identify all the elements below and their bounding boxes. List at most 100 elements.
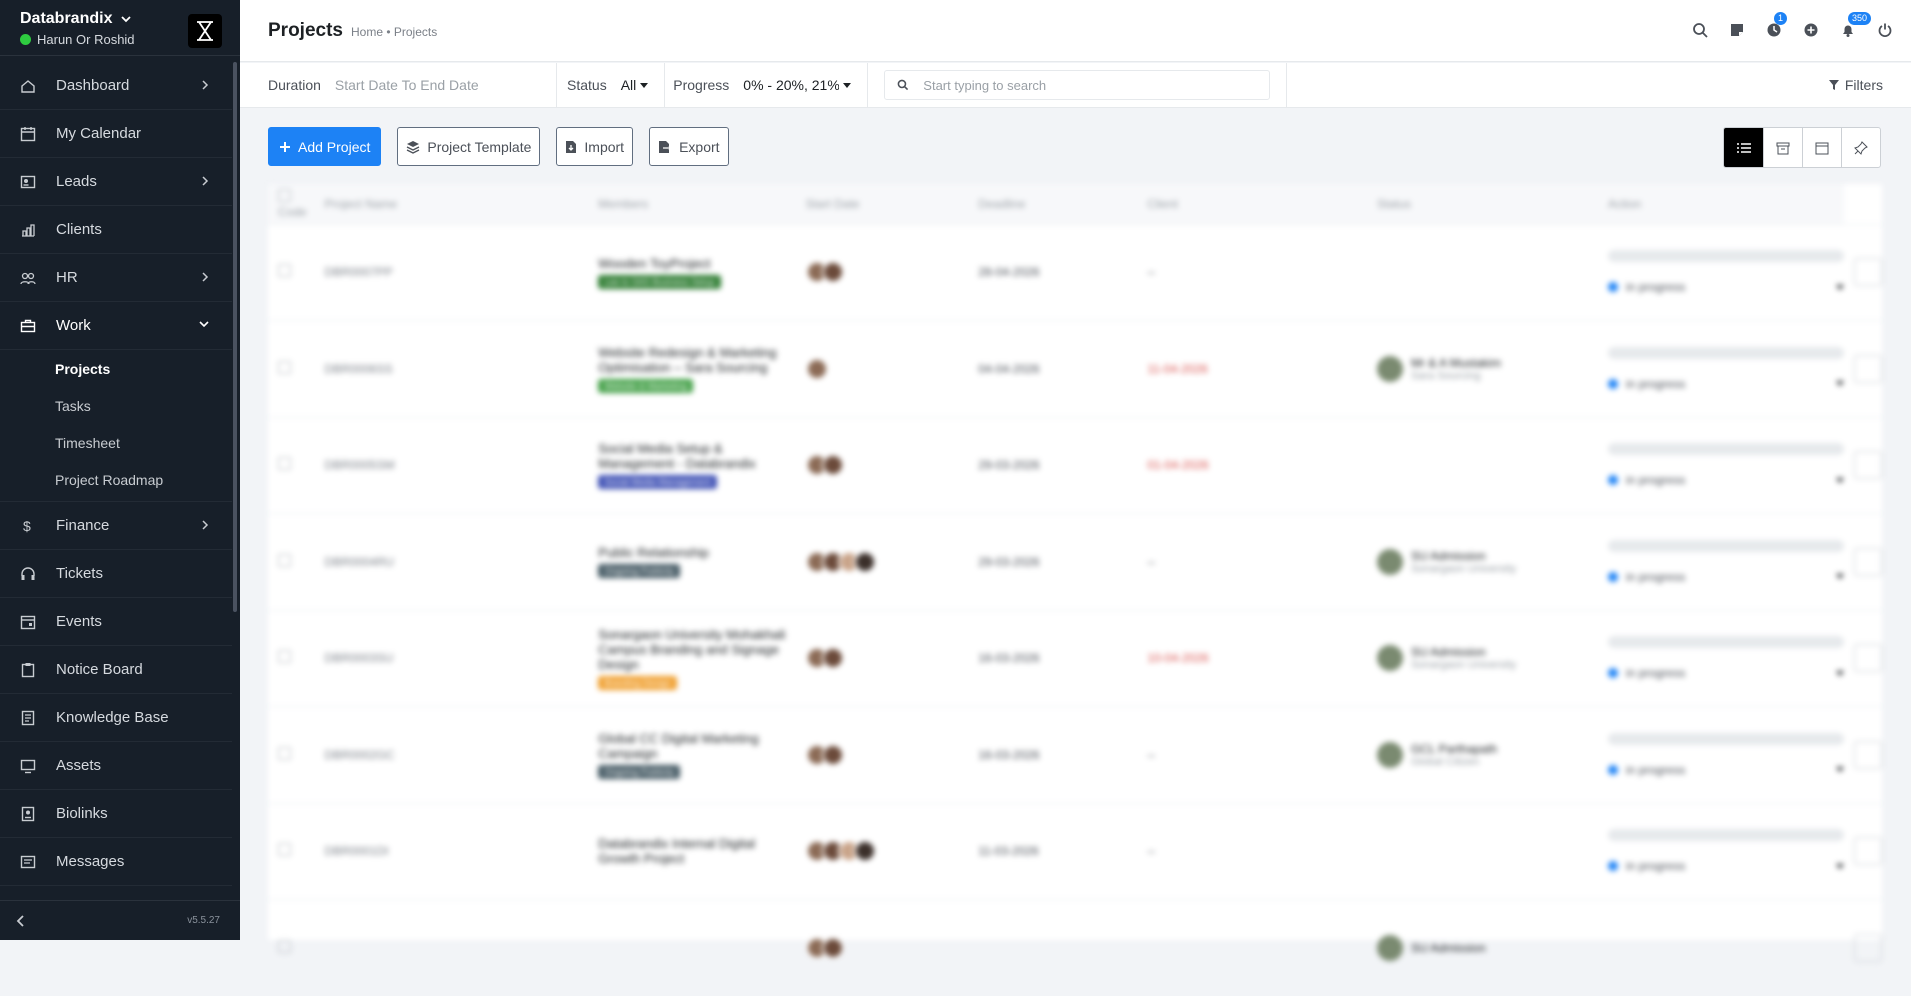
status-select[interactable]: All — [621, 77, 637, 93]
row-action-menu[interactable] — [1854, 644, 1882, 672]
list-view-icon[interactable] — [1724, 128, 1763, 167]
sidebar-subitem-tasks[interactable]: Tasks — [0, 387, 232, 424]
row-action-menu[interactable] — [1854, 837, 1882, 865]
member-avatar[interactable] — [822, 937, 844, 959]
row-checkbox[interactable] — [278, 650, 291, 663]
project-name-link[interactable]: Website Redesign & Marketing Optimisatio… — [598, 345, 776, 375]
row-action-menu[interactable] — [1854, 548, 1882, 576]
sidebar-item-assets[interactable]: Assets — [0, 742, 232, 790]
sidebar-subitem-project-roadmap[interactable]: Project Roadmap — [0, 461, 232, 498]
sidebar-item-finance[interactable]: $ Finance — [0, 502, 232, 550]
status-select[interactable]: in progress — [1608, 666, 1844, 680]
archive-icon[interactable] — [1763, 128, 1802, 167]
project-tag: Social Media Management — [598, 475, 717, 489]
sidebar-item-clients[interactable]: Clients — [0, 206, 232, 254]
member-avatar[interactable] — [822, 647, 844, 669]
client-cell[interactable]: Mr & A MustakimSara Sourcing — [1377, 356, 1598, 382]
client-cell[interactable]: SU AdmissionSonargaon University — [1377, 549, 1598, 575]
progress-filter[interactable]: Progress 0% - 20%, 21% — [665, 63, 868, 108]
calendar-view-icon[interactable] — [1802, 128, 1841, 167]
export-button[interactable]: Export — [649, 127, 728, 166]
select-all-checkbox[interactable] — [278, 189, 291, 202]
sidebar-item-work[interactable]: Work — [0, 302, 232, 350]
status-select[interactable]: in progress — [1608, 377, 1844, 391]
sidebar-item-knowledge-base[interactable]: Knowledge Base — [0, 694, 232, 742]
member-avatar[interactable] — [854, 551, 876, 573]
add-project-button[interactable]: Add Project — [268, 127, 381, 166]
member-avatar[interactable] — [854, 840, 876, 862]
sticky-note-icon[interactable] — [1725, 18, 1749, 42]
row-checkbox[interactable] — [278, 457, 291, 470]
status-select[interactable]: in progress — [1608, 473, 1844, 487]
sidebar-item-dashboard[interactable]: Dashboard — [0, 62, 232, 110]
client-cell[interactable]: GCL ParthapathGlobal Citizen — [1377, 742, 1598, 768]
bell-icon[interactable]: 350 — [1836, 18, 1860, 42]
collapse-sidebar-icon[interactable] — [14, 914, 28, 928]
row-checkbox[interactable] — [278, 747, 291, 760]
app-logo[interactable] — [188, 14, 222, 48]
duration-input[interactable]: Start Date To End Date — [335, 77, 479, 93]
column-header[interactable]: Client — [1137, 184, 1367, 224]
row-action-menu[interactable] — [1854, 258, 1882, 286]
row-action-menu[interactable] — [1854, 451, 1882, 479]
column-header[interactable]: Start Date — [796, 184, 969, 224]
row-checkbox[interactable] — [278, 264, 291, 277]
import-button[interactable]: Import — [556, 127, 633, 166]
member-avatar[interactable] — [822, 261, 844, 283]
status-filter[interactable]: Status All — [557, 63, 665, 108]
project-name-link[interactable]: Wooden ToyProject — [598, 256, 710, 271]
power-icon[interactable] — [1873, 18, 1897, 42]
search-box[interactable]: Start typing to search — [884, 70, 1270, 100]
status-select[interactable]: in progress — [1608, 859, 1844, 873]
duration-filter[interactable]: Duration Start Date To End Date — [240, 63, 557, 108]
pin-icon[interactable] — [1841, 128, 1880, 167]
status-select[interactable]: in progress — [1608, 570, 1844, 584]
project-name-link[interactable]: Public Relationship — [598, 545, 709, 560]
project-template-button[interactable]: Project Template — [397, 127, 540, 166]
column-header[interactable]: Deadline — [968, 184, 1137, 224]
row-action-menu[interactable] — [1854, 934, 1882, 962]
client-cell[interactable]: SU AdmissionSonargaon University — [1377, 645, 1598, 671]
project-name-link[interactable]: Sonargaon University Mohakhali Campus Br… — [598, 627, 785, 672]
sidebar-item-tickets[interactable]: Tickets — [0, 550, 232, 598]
sidebar-item-leads[interactable]: Leads — [0, 158, 232, 206]
project-name-link[interactable]: Global CC Digital Marketing Campaign — [598, 731, 758, 761]
client-cell[interactable]: SU Admission — [1377, 935, 1598, 961]
member-avatar[interactable] — [822, 454, 844, 476]
column-header[interactable]: Code — [268, 184, 315, 224]
add-icon[interactable] — [1799, 18, 1823, 42]
column-header[interactable]: Status — [1367, 184, 1598, 224]
timer-badge: 1 — [1774, 12, 1787, 25]
status-select[interactable]: in progress — [1608, 763, 1844, 777]
workspace-name: Databrandix — [20, 10, 112, 28]
row-action-menu[interactable] — [1854, 355, 1882, 383]
sidebar-item-notice-board[interactable]: Notice Board — [0, 646, 232, 694]
status-select[interactable]: in progress — [1608, 280, 1844, 294]
project-name-link[interactable]: Social Media Setup & Management - Databr… — [598, 441, 756, 471]
member-avatar[interactable] — [806, 358, 828, 380]
row-checkbox[interactable] — [278, 843, 291, 856]
search-icon[interactable] — [1688, 18, 1712, 42]
row-checkbox[interactable] — [278, 940, 291, 953]
sidebar-item-messages[interactable]: Messages — [0, 838, 232, 886]
column-header[interactable]: Project Name — [315, 184, 589, 224]
timer-icon[interactable]: 1 — [1762, 18, 1786, 42]
sidebar-scrollbar[interactable] — [233, 62, 237, 612]
sidebar-item-hr[interactable]: HR — [0, 254, 232, 302]
breadcrumb[interactable]: Home • Projects — [351, 25, 437, 39]
member-avatar[interactable] — [822, 744, 844, 766]
column-header[interactable]: Action — [1598, 184, 1844, 224]
progress-select[interactable]: 0% - 20%, 21% — [743, 77, 839, 93]
row-checkbox[interactable] — [278, 361, 291, 374]
sidebar-subitem-projects[interactable]: Projects — [0, 350, 232, 387]
sidebar-item-my-calendar[interactable]: My Calendar — [0, 110, 232, 158]
column-header[interactable]: Members — [588, 184, 795, 224]
filters-button[interactable]: Filters — [1828, 77, 1883, 93]
row-checkbox[interactable] — [278, 554, 291, 567]
search-input[interactable]: Start typing to search — [923, 78, 1046, 93]
sidebar-item-biolinks[interactable]: Biolinks — [0, 790, 232, 838]
row-action-menu[interactable] — [1854, 741, 1882, 769]
sidebar-subitem-timesheet[interactable]: Timesheet — [0, 424, 232, 461]
project-name-link[interactable]: Databrandix Internal Digital Growth Proj… — [598, 836, 755, 866]
sidebar-item-events[interactable]: Events — [0, 598, 232, 646]
